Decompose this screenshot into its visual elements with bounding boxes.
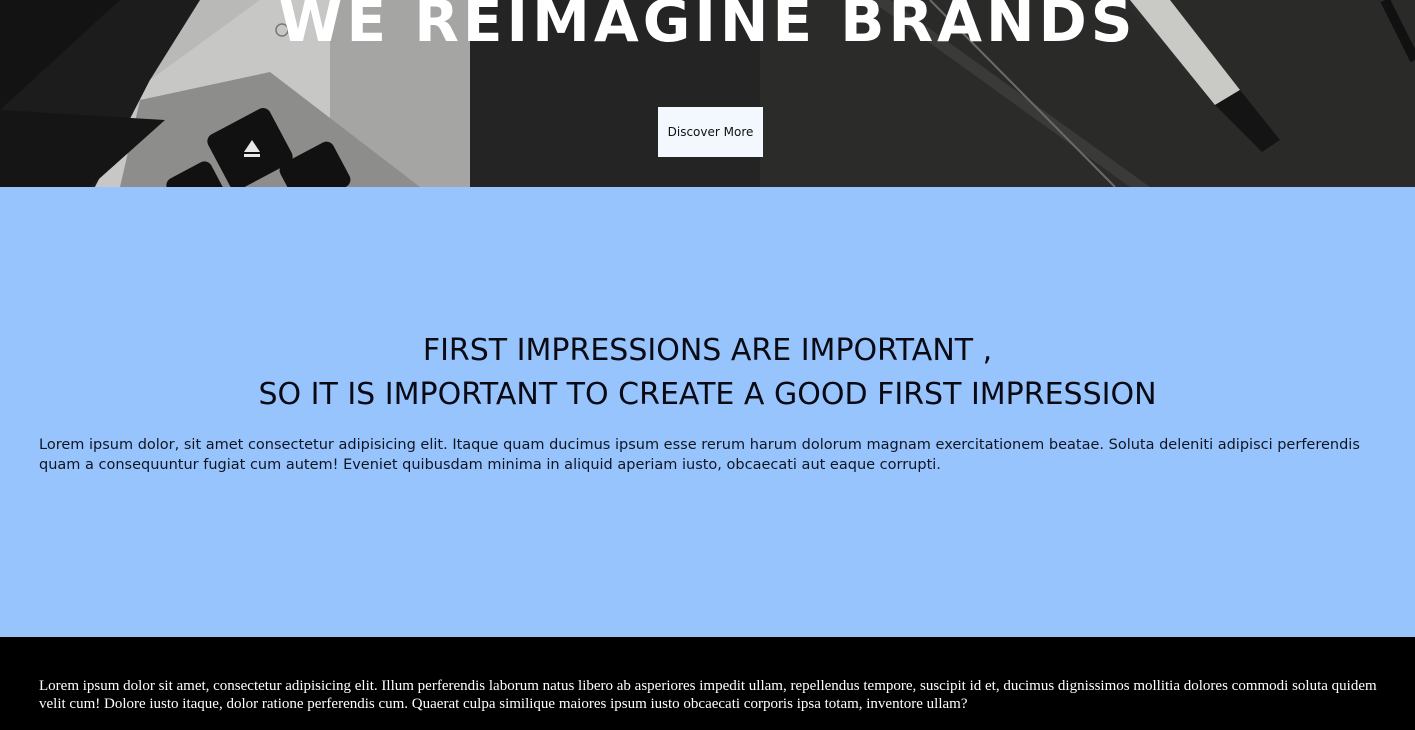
discover-more-button[interactable]: Discover More [658,107,763,157]
section-body-text: Lorem ipsum dolor, sit amet consectetur … [39,437,1360,473]
hero-section: WE REIMAGINE BRANDS Discover More [0,0,1415,187]
section-heading: FIRST IMPRESSIONS ARE IMPORTANT , SO IT … [0,329,1415,417]
section-heading-line-2: SO IT IS IMPORTANT TO CREATE A GOOD FIRS… [258,377,1157,412]
hero-title: WE REIMAGINE BRANDS [278,0,1137,55]
section-heading-line-1: FIRST IMPRESSIONS ARE IMPORTANT , [422,333,993,368]
first-impressions-section: FIRST IMPRESSIONS ARE IMPORTANT , SO IT … [0,187,1415,637]
footer: Lorem ipsum dolor sit amet, consectetur … [0,637,1415,730]
footer-text: Lorem ipsum dolor sit amet, consectetur … [39,678,1377,712]
